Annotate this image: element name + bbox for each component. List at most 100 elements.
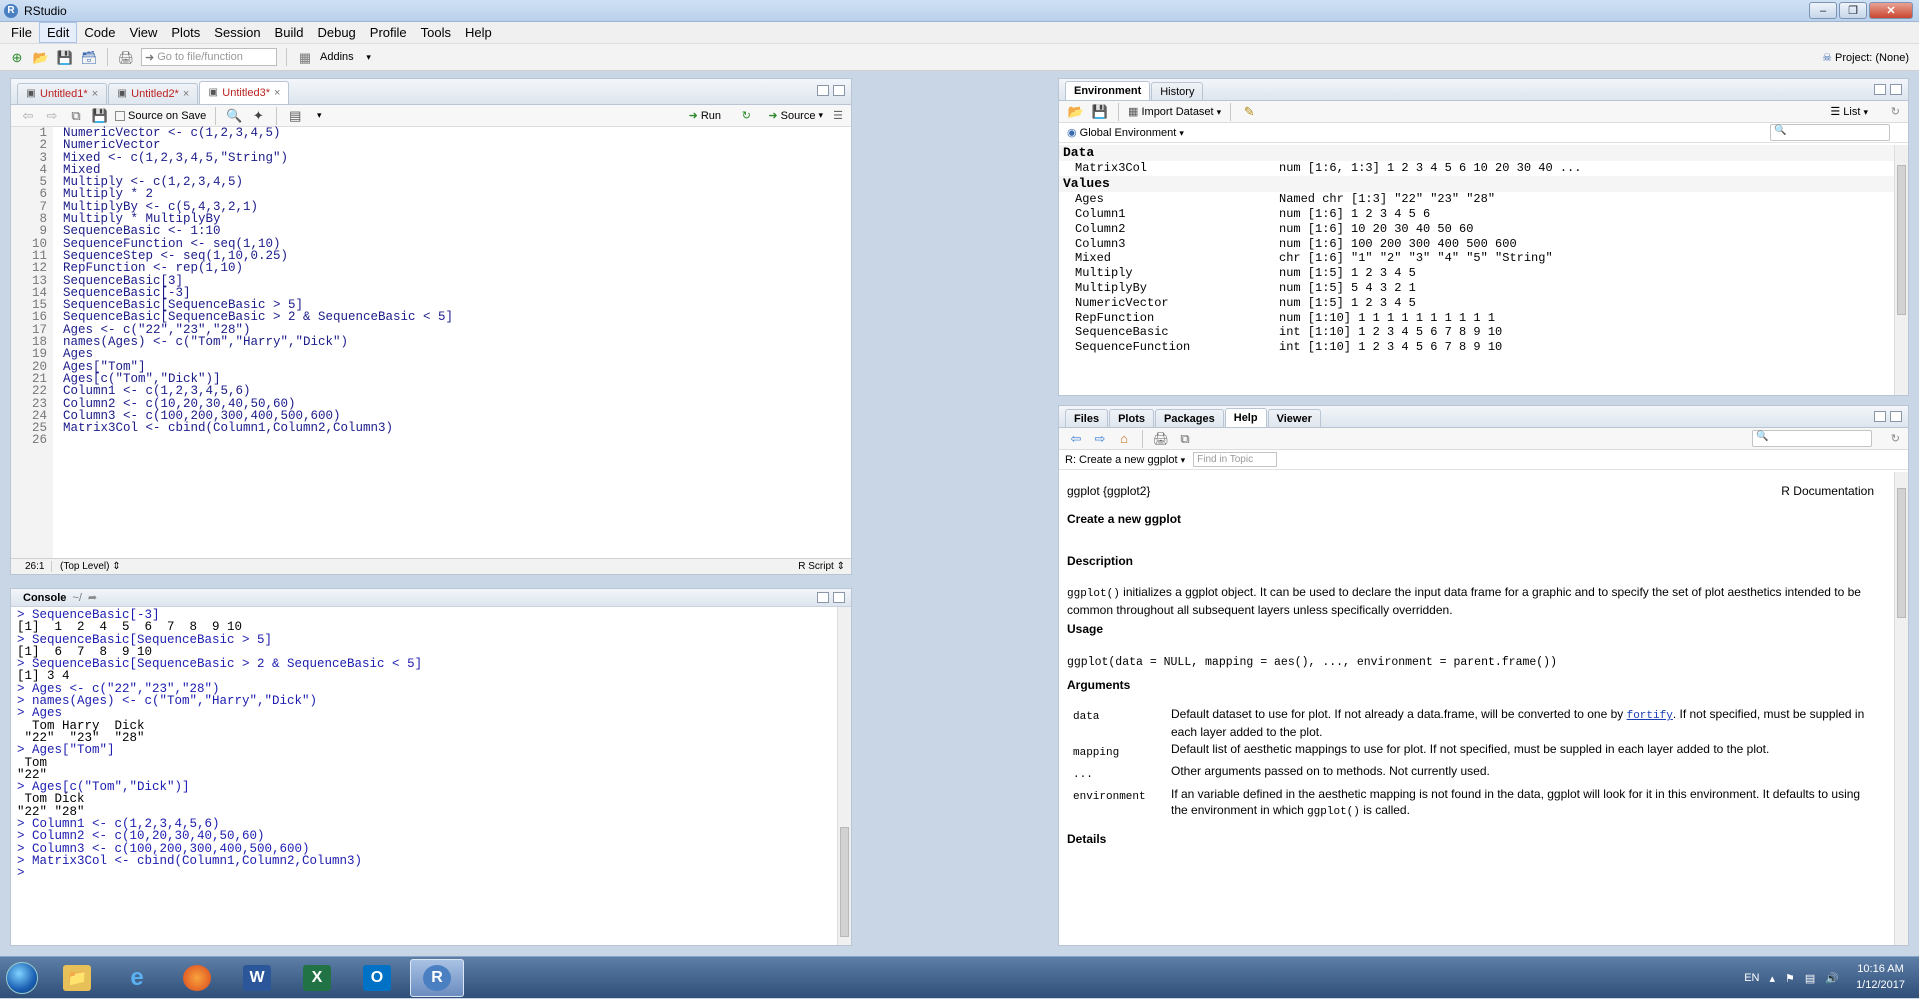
forward-icon[interactable]: ⇨ (43, 107, 61, 125)
start-button[interactable] (0, 957, 44, 999)
menu-profile[interactable]: Profile (363, 23, 414, 42)
taskbar-excel[interactable]: X (290, 959, 344, 997)
show-hidden-icons-icon[interactable]: ▴ (1769, 972, 1775, 985)
save-all-icon[interactable]: 🗃 (80, 48, 98, 66)
environment-row[interactable]: SequenceFunction int [1:10] 1 2 3 4 5 6 7… (1059, 340, 1894, 355)
search-icon[interactable]: 🔍 (225, 107, 243, 125)
new-file-icon[interactable]: ⊕ (8, 48, 26, 66)
code-line[interactable]: names(Ages) <- c("Tom","Harry","Dick") (63, 336, 453, 349)
tab-environment[interactable]: Environment (1065, 81, 1151, 100)
menu-debug[interactable]: Debug (310, 23, 362, 42)
maximize-pane-icon[interactable] (833, 85, 845, 96)
outline-icon[interactable]: ☰ (833, 109, 843, 122)
tab-untitled3[interactable]: ▣ Untitled3* × (199, 81, 290, 104)
minimize-pane-icon[interactable] (1874, 84, 1886, 95)
save-icon[interactable]: 💾 (91, 107, 109, 125)
environment-row[interactable]: NumericVector num [1:5] 1 2 3 4 5 (1059, 295, 1894, 310)
print-icon[interactable]: 🖨 (1152, 430, 1170, 448)
refresh-icon[interactable]: ↻ (1891, 432, 1900, 445)
minimize-pane-icon[interactable] (817, 592, 829, 603)
taskbar-word[interactable]: W (230, 959, 284, 997)
maximize-pane-icon[interactable] (1890, 84, 1902, 95)
taskbar-explorer[interactable]: 📁 (50, 959, 104, 997)
back-icon[interactable]: ⇦ (19, 107, 37, 125)
environment-scrollbar[interactable] (1894, 145, 1908, 395)
menu-edit[interactable]: Edit (38, 22, 78, 43)
environment-row[interactable]: Column1 num [1:6] 1 2 3 4 5 6 (1059, 207, 1894, 222)
environment-row[interactable]: Multiply num [1:5] 1 2 3 4 5 (1059, 266, 1894, 281)
forward-arrow-icon[interactable]: ⇨ (1091, 430, 1109, 448)
close-tab-icon[interactable]: × (92, 88, 98, 100)
taskbar-ie[interactable]: e (110, 959, 164, 997)
maximize-pane-icon[interactable] (1890, 411, 1902, 422)
close-button[interactable]: ✕ (1869, 2, 1913, 19)
tab-files[interactable]: Files (1065, 409, 1109, 427)
addins-menu[interactable]: Addins (320, 51, 354, 63)
tab-plots[interactable]: Plots (1109, 409, 1154, 427)
flag-icon[interactable]: ⚑ (1785, 972, 1795, 985)
minimize-pane-icon[interactable] (817, 85, 829, 96)
tab-packages[interactable]: Packages (1154, 409, 1224, 427)
source-on-save-checkbox[interactable]: Source on Save (115, 110, 206, 122)
show-in-window-icon[interactable]: ⧉ (1176, 430, 1194, 448)
workspace-panes-icon[interactable]: ▦ (296, 48, 314, 66)
go-to-file-input[interactable]: ➜ Go to file/function (141, 48, 277, 66)
environment-row[interactable]: Matrix3Col num [1:6, 1:3] 1 2 3 4 5 6 10 … (1059, 161, 1894, 176)
code-line[interactable]: SequenceBasic[SequenceBasic > 2 & Sequen… (63, 311, 453, 324)
menu-view[interactable]: View (122, 23, 164, 42)
fortify-link[interactable]: fortify (1627, 710, 1673, 722)
console-output[interactable]: > SequenceBasic[-3] [1] 1 2 4 5 6 7 8 9 1… (11, 607, 837, 945)
code-line[interactable]: Ages (63, 348, 453, 361)
rerun-icon[interactable]: ↻ (742, 109, 751, 122)
code-line[interactable] (63, 434, 453, 446)
code-line[interactable]: NumericVector (63, 139, 453, 152)
menu-build[interactable]: Build (268, 23, 311, 42)
code-line[interactable]: Column2 <- c(10,20,30,40,50,60) (63, 397, 453, 410)
print-icon[interactable]: 🖨 (117, 48, 135, 66)
environment-row[interactable]: Column3 num [1:6] 100 200 300 400 500 600 (1059, 236, 1894, 251)
network-icon[interactable]: ▤ (1805, 972, 1815, 985)
menu-session[interactable]: Session (207, 23, 267, 42)
refresh-icon[interactable]: ↻ (1891, 105, 1900, 118)
open-folder-icon[interactable]: 📂 (32, 48, 50, 66)
load-workspace-icon[interactable]: 📂 (1067, 103, 1085, 121)
code-editor[interactable]: 1 2 3 4 5 6 7 8 9 10 11 12 13 14 15 16 17 18 19 20 21 22 23 24 2… (11, 127, 851, 558)
environment-row[interactable]: Ages Named chr [1:3] "22" "23" "28" (1059, 192, 1894, 207)
tab-viewer[interactable]: Viewer (1267, 409, 1321, 427)
environment-row[interactable]: Mixed chr [1:6] "1" "2" "3" "4" "5" "Stri… (1059, 251, 1894, 266)
show-in-window-icon[interactable]: ⧉ (67, 107, 85, 125)
minimize-pane-icon[interactable] (1874, 411, 1886, 422)
scope-menu[interactable]: (Top Level) ⇕ (51, 561, 121, 572)
compile-report-icon[interactable]: ▤ (286, 107, 304, 125)
code-lines[interactable]: NumericVector <- c(1,2,3,4,5) NumericVect… (63, 127, 453, 447)
view-mode-menu[interactable]: ☰ List ▾ (1830, 105, 1868, 118)
code-line[interactable]: Matrix3Col <- cbind(Column1,Column2,Colu… (63, 422, 453, 435)
language-indicator[interactable]: EN (1744, 972, 1759, 984)
source-button[interactable]: ➜ Source ▾ (768, 109, 823, 123)
environment-row[interactable]: SequenceBasic int [1:10] 1 2 3 4 5 6 7 8 … (1059, 325, 1894, 340)
environment-row[interactable]: Column2 num [1:6] 10 20 30 40 50 60 (1059, 221, 1894, 236)
run-button[interactable]: ➜ Run (689, 109, 721, 123)
menu-help[interactable]: Help (458, 23, 499, 42)
help-topic-menu[interactable]: R: Create a new ggplot ▾ (1065, 454, 1185, 466)
environment-search-input[interactable]: 🔍 (1770, 124, 1890, 141)
code-line[interactable]: Multiply * 2 (63, 188, 453, 201)
home-icon[interactable]: ⌂ (1115, 430, 1133, 448)
save-workspace-icon[interactable]: 💾 (1091, 103, 1109, 121)
console-scrollbar[interactable] (837, 607, 851, 945)
taskbar-rstudio[interactable]: R (410, 958, 464, 997)
code-line[interactable]: SequenceBasic <- 1:10 (63, 225, 453, 238)
broom-icon[interactable]: ✎ (1240, 103, 1258, 121)
find-in-topic-input[interactable]: Find in Topic (1193, 452, 1278, 467)
help-search-input[interactable]: 🔍 (1752, 430, 1872, 447)
project-menu[interactable]: ☠ Project: (None) (1822, 51, 1909, 64)
file-type-menu[interactable]: R Script ⇕ (798, 561, 845, 572)
magic-wand-icon[interactable]: ✦ (249, 107, 267, 125)
system-clock[interactable]: 10:16 AM 1/12/2017 (1856, 961, 1905, 993)
tab-help[interactable]: Help (1224, 408, 1267, 427)
taskbar-outlook[interactable]: O (350, 959, 404, 997)
code-line[interactable]: SequenceBasic[3] (63, 274, 453, 287)
menu-tools[interactable]: Tools (414, 23, 458, 42)
close-tab-icon[interactable]: × (274, 87, 280, 99)
code-line[interactable]: RepFunction <- rep(1,10) (63, 262, 453, 275)
